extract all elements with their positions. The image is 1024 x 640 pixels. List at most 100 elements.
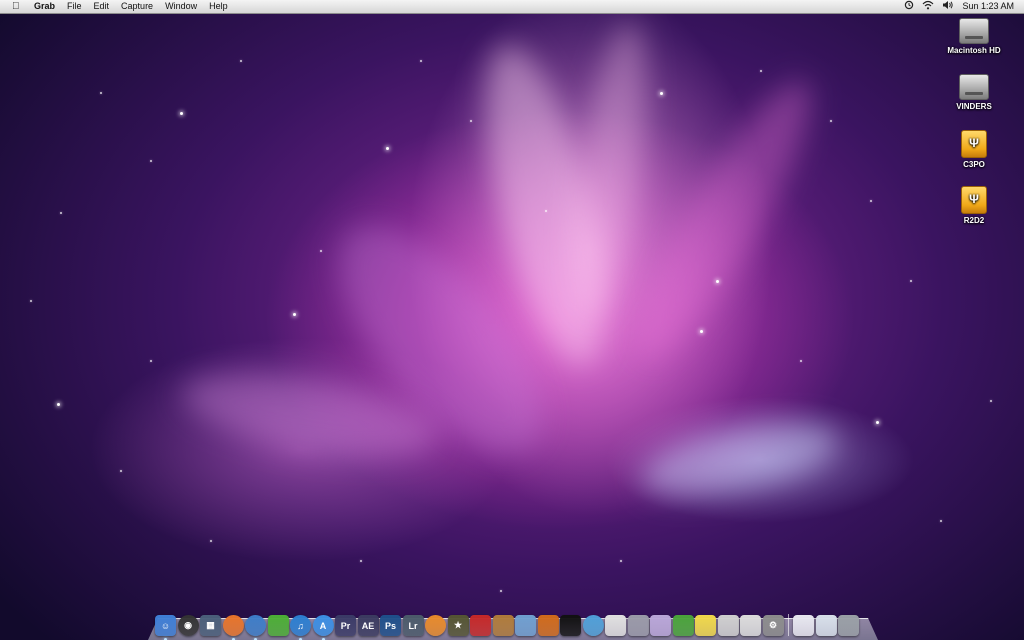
imovie-star-icon: ★ <box>453 620 463 630</box>
star <box>470 120 472 122</box>
dock-item-garageband[interactable] <box>492 615 514 636</box>
dashboard-icon: ◉ <box>184 620 192 630</box>
menu-extras: Sun 1:23 AM <box>896 0 1014 14</box>
star <box>940 520 942 522</box>
finder-icon: ☺ <box>160 620 171 631</box>
premiere-icon: Pr <box>340 620 351 631</box>
desktop-icon-r2d2[interactable]: Ψ R2D2 <box>943 186 1005 225</box>
menu-app-name[interactable]: Grab <box>34 0 55 13</box>
star <box>150 160 152 162</box>
spaces-icon: ▦ <box>206 620 215 630</box>
star <box>620 560 622 562</box>
star <box>876 421 879 424</box>
aurora-ray <box>559 17 661 323</box>
photoshop-icon: Ps <box>384 620 396 631</box>
dock-item-preview[interactable] <box>515 615 536 636</box>
aurora-ray <box>461 34 629 376</box>
time-machine-icon[interactable] <box>904 0 914 14</box>
dock-item-finder[interactable]: ☺ <box>155 615 176 640</box>
hard-drive-icon <box>959 18 989 44</box>
star <box>100 92 102 94</box>
menu-edit[interactable]: Edit <box>94 0 110 13</box>
dock-item-mail-stack[interactable] <box>793 615 814 636</box>
star <box>830 120 832 122</box>
star <box>990 400 992 402</box>
dock-item-dropbox-box[interactable] <box>650 615 671 636</box>
usb-drive-icon: Ψ <box>961 186 987 214</box>
app-store-icon: A <box>319 620 327 631</box>
star <box>30 300 32 302</box>
dock-item-adium[interactable] <box>267 615 289 636</box>
star <box>57 403 60 406</box>
system-preferences-icon: ⚙ <box>768 620 778 630</box>
dock-item-spaces[interactable]: ▦ <box>200 615 221 636</box>
dock-item-utilities[interactable] <box>627 615 649 636</box>
aurora-ray <box>304 194 576 486</box>
aurora-ray <box>175 357 445 473</box>
star <box>870 200 872 202</box>
menu-clock[interactable]: Sun 1:23 AM <box>962 0 1014 13</box>
dock-item-blender[interactable] <box>425 615 446 636</box>
aurora-ray <box>614 63 836 377</box>
star <box>660 92 663 95</box>
dock-item-boot-camp[interactable] <box>740 615 761 636</box>
dock-item-premiere[interactable]: Pr <box>335 615 356 636</box>
star <box>500 590 502 592</box>
dock-item-growl[interactable] <box>537 615 559 636</box>
dock-item-thunderbird[interactable] <box>245 615 266 640</box>
dock-item-stickies[interactable] <box>695 615 716 636</box>
desktop-icon-macintosh-hd[interactable]: Macintosh HD <box>943 18 1005 55</box>
star <box>760 70 762 72</box>
menu-help[interactable]: Help <box>209 0 228 13</box>
dock-item-photoshop[interactable]: Ps <box>380 615 401 636</box>
dock-item-system-preferences[interactable]: ⚙ <box>762 615 784 636</box>
desktop-icon-label: VINDERS <box>956 102 992 111</box>
dock-item-safari-like[interactable] <box>582 615 604 636</box>
dock-item-itunes[interactable]: ♫ <box>290 615 311 640</box>
dock-item-dvd-player[interactable] <box>560 615 581 636</box>
wifi-icon[interactable] <box>922 0 934 14</box>
dock-item-red-app[interactable] <box>470 615 491 636</box>
desktop-icon-label: C3PO <box>963 160 985 169</box>
star <box>120 470 122 472</box>
desktop-icon-label: R2D2 <box>963 216 985 225</box>
desktop-icon-c3po[interactable]: Ψ C3PO <box>943 130 1005 169</box>
hard-drive-icon <box>959 74 989 100</box>
menu-file[interactable]: File <box>67 0 82 13</box>
dock-item-leaf-app[interactable] <box>672 615 694 636</box>
dock-item-after-effects[interactable]: AE <box>357 615 379 636</box>
dock-item-firefox[interactable] <box>222 615 244 640</box>
dock-item-lightroom[interactable]: Lr <box>402 615 424 636</box>
desktop-icon-label: Macintosh HD <box>947 46 1001 55</box>
dock-item-app-store[interactable]: A <box>312 615 334 640</box>
star <box>545 210 547 212</box>
aurora-ray <box>635 409 845 511</box>
apple-logo-icon[interactable]:  <box>12 0 24 13</box>
dock-item-imovie-star[interactable]: ★ <box>447 615 469 636</box>
usb-drive-icon: Ψ <box>961 130 987 158</box>
star <box>700 330 703 333</box>
star <box>420 60 422 62</box>
star <box>60 212 62 214</box>
star <box>910 280 912 282</box>
star <box>320 250 322 252</box>
dock-item-textedit[interactable] <box>605 615 626 636</box>
dock-item-script-editor[interactable] <box>717 615 739 636</box>
star <box>210 540 212 542</box>
menu-capture[interactable]: Capture <box>121 0 153 13</box>
star <box>293 313 296 316</box>
star <box>150 360 152 362</box>
star <box>716 280 719 283</box>
menu-window[interactable]: Window <box>165 0 197 13</box>
itunes-icon: ♫ <box>297 620 304 631</box>
dock-item-documents-stack[interactable] <box>815 615 837 636</box>
star <box>360 560 362 562</box>
dock-item-dashboard[interactable]: ◉ <box>177 615 199 636</box>
star <box>800 360 802 362</box>
dock-item-trash[interactable] <box>838 615 859 636</box>
menu-bar:  Grab File Edit Capture Window Help Sun… <box>0 0 1024 14</box>
volume-icon[interactable] <box>942 0 954 14</box>
dock-separator <box>788 614 789 636</box>
after-effects-icon: AE <box>361 620 375 631</box>
desktop-icon-vinders[interactable]: VINDERS <box>943 74 1005 111</box>
